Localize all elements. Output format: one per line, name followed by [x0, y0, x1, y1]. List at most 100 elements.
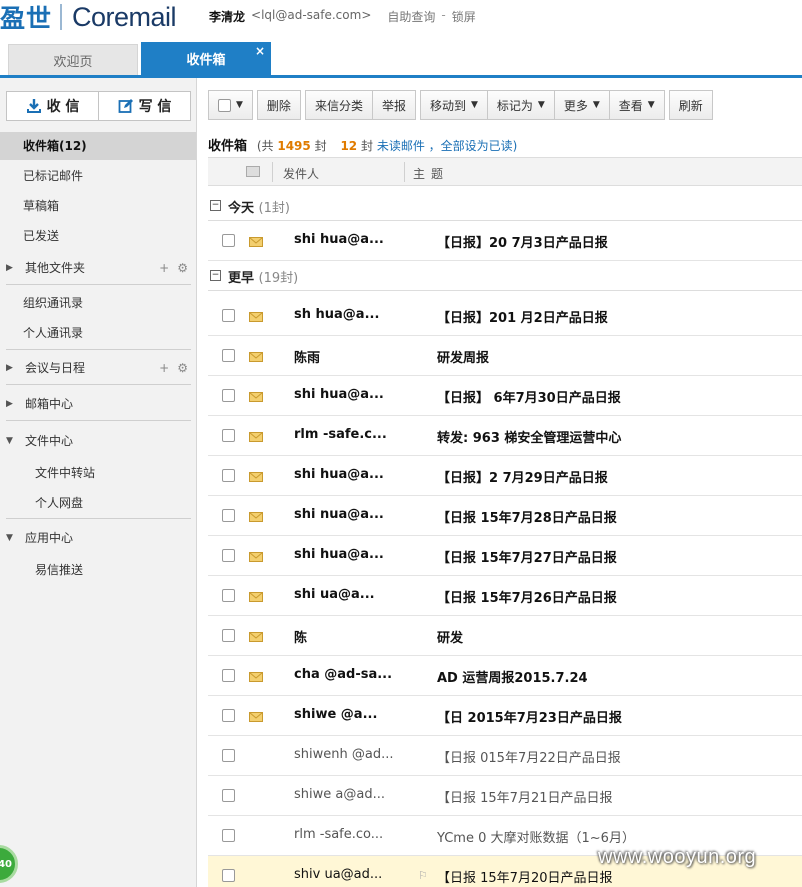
lock-screen-link[interactable]: 锁屏 — [452, 8, 476, 25]
message-row[interactable]: shi hua@a... 【日报 15年7月27日产品日报 — [208, 536, 802, 576]
envelope-icon — [249, 431, 263, 442]
row-checkbox[interactable] — [222, 429, 235, 442]
sidebar-item-personal-disk[interactable]: 个人网盘 — [0, 489, 196, 517]
sidebar-item-file-transfer[interactable]: 文件中转站 — [0, 459, 196, 487]
expand-down-icon[interactable]: ▼ — [6, 524, 13, 552]
message-row[interactable]: cha @ad-sa... AD 运营周报2015.7.24 — [208, 656, 802, 696]
row-checkbox[interactable] — [222, 789, 235, 802]
close-icon[interactable]: × — [255, 44, 265, 58]
delete-button[interactable]: 删除 — [256, 90, 301, 120]
unread-suffix: 封 — [360, 139, 373, 153]
add-icon[interactable]: + — [159, 254, 169, 282]
message-row[interactable]: shi hua@a... 【日报】20 7月3日产品日报 — [208, 221, 802, 261]
message-subject: 【日报】201 月2日产品日报 — [437, 311, 608, 326]
sidebar-item-org-contacts[interactable]: 组织通讯录 — [0, 289, 196, 317]
mark-all-read-link[interactable]: ，全部设为已读) — [429, 139, 518, 153]
gear-icon[interactable]: ⚙ — [177, 254, 188, 282]
compose-row: 收 信 写 信 — [6, 91, 191, 121]
tab-inbox[interactable]: 收件箱 × — [141, 42, 271, 75]
sidebar-item-drafts[interactable]: 草稿箱 — [0, 192, 196, 220]
row-checkbox[interactable] — [222, 234, 235, 247]
row-checkbox[interactable] — [222, 389, 235, 402]
unread-mail-link[interactable]: 未读邮件 — [377, 139, 425, 153]
message-subject: 【日报 15年7月27日产品日报 — [437, 551, 617, 566]
envelope-icon — [249, 471, 263, 482]
row-checkbox[interactable] — [222, 589, 235, 602]
sidebar-item-mailbox-center[interactable]: ▶ 邮箱中心 — [0, 390, 196, 418]
report-button[interactable]: 举报 — [371, 91, 415, 119]
add-icon[interactable]: + — [159, 354, 169, 382]
sidebar-item-calendar[interactable]: ▶ 会议与日程 + ⚙ — [0, 354, 196, 382]
message-row[interactable]: rlm -safe.c... 转发: 963 梯安全管理运营中心 — [208, 416, 802, 456]
sidebar-item-label: 应用中心 — [25, 531, 74, 545]
message-row[interactable]: shi hua@a... 【日报】2 7月29日产品日报 — [208, 456, 802, 496]
message-sender: shiv ua@ad... — [294, 867, 383, 882]
expand-right-icon[interactable]: ▶ — [6, 390, 13, 418]
sidebar-divider — [6, 518, 191, 519]
classify-report-group: 来信分类 举报 — [304, 90, 416, 120]
message-row[interactable]: shiwe @a... 【日 2015年7月23日产品日报 — [208, 696, 802, 736]
sidebar-item-app-center[interactable]: ▼ 应用中心 — [0, 524, 196, 552]
classify-button[interactable]: 来信分类 — [306, 91, 372, 119]
sidebar-item-other-folders[interactable]: ▶ 其他文件夹 + ⚙ — [0, 254, 196, 282]
row-checkbox[interactable] — [222, 629, 235, 642]
date-group-count: (1封) — [258, 201, 290, 216]
message-row[interactable]: shiwenh @ad... 【日报 015年7月22日产品日报 — [208, 736, 802, 776]
row-checkbox[interactable] — [222, 669, 235, 682]
column-sender[interactable]: 发件人 — [283, 165, 319, 182]
tab-welcome[interactable]: 欢迎页 — [8, 44, 138, 75]
select-all-checkbox[interactable] — [218, 98, 231, 112]
receive-button[interactable]: 收 信 — [7, 92, 98, 120]
message-row[interactable]: shi ua@a... 【日报 15年7月26日产品日报 — [208, 576, 802, 616]
envelope-icon — [249, 591, 263, 602]
chevron-down-icon: ▼ — [236, 100, 243, 110]
expand-down-icon[interactable]: ▼ — [6, 427, 13, 455]
user-name: 李清龙 — [209, 10, 246, 24]
collapse-icon[interactable]: − — [210, 270, 221, 281]
move-to-dropdown[interactable]: 移动到 ▼ — [421, 91, 487, 119]
message-row[interactable]: 陈雨 研发周报 — [208, 336, 802, 376]
message-row[interactable]: shiwe a@ad... 【日报 15年7月21日产品日报 — [208, 776, 802, 816]
message-row[interactable]: shi nua@a... 【日报 15年7月28日产品日报 — [208, 496, 802, 536]
row-checkbox[interactable] — [222, 749, 235, 762]
row-checkbox[interactable] — [222, 829, 235, 842]
mark-as-dropdown[interactable]: 标记为 ▼ — [486, 91, 554, 119]
row-checkbox[interactable] — [222, 549, 235, 562]
column-subject[interactable]: 主题 — [413, 165, 449, 182]
message-row[interactable]: shi hua@a... 【日报】 6年7月30日产品日报 — [208, 376, 802, 416]
row-checkbox[interactable] — [222, 469, 235, 482]
row-checkbox[interactable] — [222, 709, 235, 722]
collapse-icon[interactable]: − — [210, 200, 221, 211]
coremail-logo[interactable]: 盈世 Coremail — [0, 0, 177, 34]
more-dropdown[interactable]: 更多 ▼ — [553, 91, 609, 119]
expand-right-icon[interactable]: ▶ — [6, 354, 13, 382]
row-checkbox[interactable] — [222, 349, 235, 362]
edit-icon — [118, 99, 133, 113]
envelope-icon — [249, 551, 263, 562]
refresh-button[interactable]: 刷新 — [668, 90, 713, 120]
self-service-link[interactable]: 自助查询 — [387, 8, 435, 25]
sidebar-item-sent[interactable]: 已发送 — [0, 222, 196, 250]
message-sender: shiwenh @ad... — [294, 747, 394, 762]
sidebar-item-yixin-push[interactable]: 易信推送 — [0, 556, 196, 584]
write-button[interactable]: 写 信 — [98, 92, 190, 120]
flag-icon[interactable]: ⚐ — [418, 869, 428, 882]
gear-icon[interactable]: ⚙ — [177, 354, 188, 382]
row-checkbox[interactable] — [222, 869, 235, 882]
message-row[interactable]: sh hua@a... 【日报】201 月2日产品日报 — [208, 296, 802, 336]
view-dropdown[interactable]: 查看 ▼ — [608, 91, 664, 119]
date-group-header[interactable]: − 今天 (1封) — [208, 191, 802, 221]
select-all-dropdown[interactable]: ▼ — [208, 90, 253, 120]
message-subject: 【日报】20 7月3日产品日报 — [437, 236, 608, 251]
sidebar-item-inbox[interactable]: 收件箱(12) — [0, 132, 196, 160]
row-checkbox[interactable] — [222, 309, 235, 322]
sidebar-item-file-center[interactable]: ▼ 文件中心 — [0, 427, 196, 455]
row-checkbox[interactable] — [222, 509, 235, 522]
expand-right-icon[interactable]: ▶ — [6, 254, 13, 282]
message-row[interactable]: 陈 研发 — [208, 616, 802, 656]
message-sender: shi ua@a... — [294, 587, 375, 602]
date-group-header[interactable]: − 更早 (19封) — [208, 261, 802, 291]
receive-label: 收 信 — [46, 99, 80, 115]
sidebar-item-flagged[interactable]: 已标记邮件 — [0, 162, 196, 190]
sidebar-item-personal-contacts[interactable]: 个人通讯录 — [0, 319, 196, 347]
